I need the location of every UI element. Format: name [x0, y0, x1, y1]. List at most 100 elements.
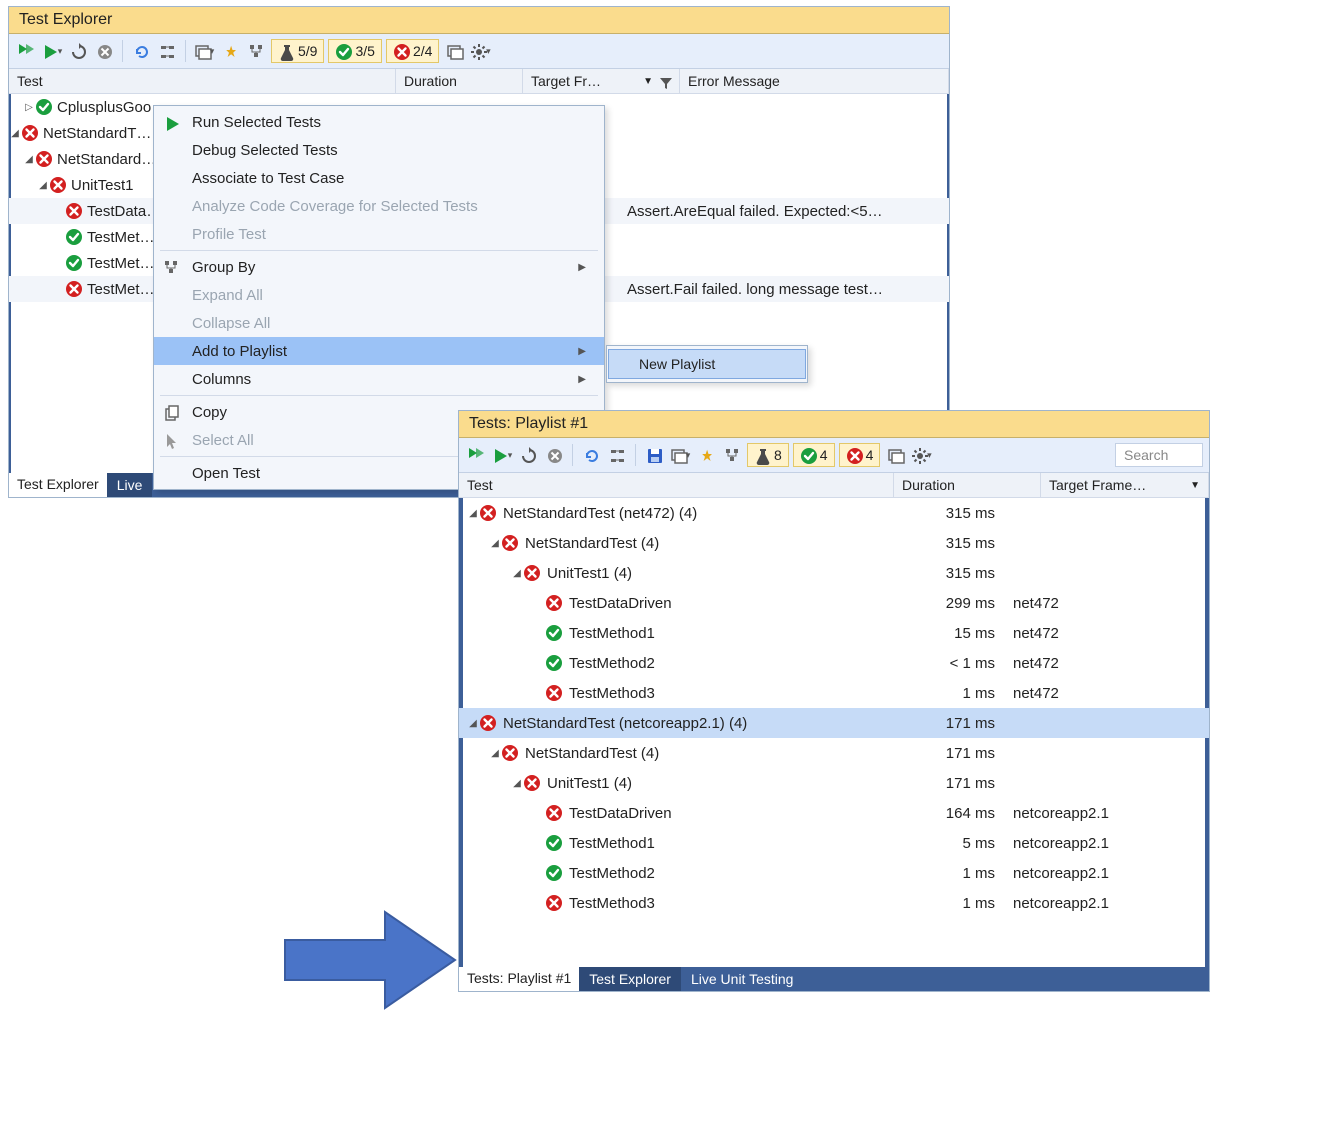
refresh-button[interactable]: [130, 40, 152, 62]
run-button[interactable]: ▾: [491, 444, 513, 466]
ctx-columns[interactable]: Columns▶: [154, 365, 604, 393]
arrow-graphic: [275, 900, 465, 1020]
row-name: NetStandardTest (4): [525, 745, 659, 762]
playlist-button[interactable]: ▾: [193, 40, 215, 62]
counter-value: 3/5: [355, 43, 374, 59]
ctx-run[interactable]: Run Selected Tests: [154, 108, 604, 136]
row-duration: 299 ms: [877, 595, 1007, 612]
repeat-button[interactable]: [67, 40, 89, 62]
pass-icon: [545, 654, 563, 672]
panel-title: Tests: Playlist #1: [459, 411, 1209, 438]
hierarchy-button[interactable]: [245, 40, 267, 62]
fail-counter[interactable]: 4: [839, 443, 881, 467]
test-row[interactable]: TestMethod21 msnetcoreapp2.1: [459, 858, 1209, 888]
test-row[interactable]: ◢UnitTest1 (4)315 ms: [459, 558, 1209, 588]
test-row[interactable]: ◢NetStandardTest (net472) (4)315 ms: [459, 498, 1209, 528]
row-duration: 315 ms: [877, 535, 1007, 552]
windows-button[interactable]: [443, 40, 465, 62]
cancel-button[interactable]: [93, 40, 115, 62]
test-row[interactable]: TestMethod15 msnetcoreapp2.1: [459, 828, 1209, 858]
pass-counter[interactable]: 4: [793, 443, 835, 467]
expander-icon[interactable]: ◢: [9, 128, 21, 139]
test-row[interactable]: ◢NetStandardTest (4)315 ms: [459, 528, 1209, 558]
row-duration: 315 ms: [877, 505, 1007, 522]
pass-icon: [65, 254, 83, 272]
fail-counter[interactable]: 2/4: [386, 39, 439, 63]
test-row[interactable]: TestMethod31 msnet472: [459, 678, 1209, 708]
row-duration: 171 ms: [877, 715, 1007, 732]
grid-header: Test Duration Target Frame…▼: [459, 473, 1209, 498]
expander-icon[interactable]: ◢: [37, 180, 49, 191]
run-all-button[interactable]: [465, 444, 487, 466]
col-error[interactable]: Error Message: [680, 69, 949, 93]
spark-button[interactable]: [219, 40, 241, 62]
pass-counter[interactable]: 3/5: [328, 39, 381, 63]
tree-label: TestMet…: [87, 255, 155, 272]
settings-button[interactable]: ▾: [469, 40, 491, 62]
status-tab-active[interactable]: Test Explorer: [9, 473, 107, 497]
col-test[interactable]: Test: [459, 473, 894, 497]
test-row[interactable]: TestDataDriven164 msnetcoreapp2.1: [459, 798, 1209, 828]
test-row[interactable]: TestMethod115 msnet472: [459, 618, 1209, 648]
total-counter[interactable]: 5/9: [271, 39, 324, 63]
fail-icon: [523, 774, 541, 792]
refresh-button[interactable]: [580, 444, 602, 466]
save-button[interactable]: [643, 444, 665, 466]
hierarchy-button[interactable]: [721, 444, 743, 466]
col-duration[interactable]: Duration: [396, 69, 523, 93]
spark-button[interactable]: [695, 444, 717, 466]
row-name: TestMethod1: [569, 835, 655, 852]
test-row[interactable]: TestMethod2< 1 msnet472: [459, 648, 1209, 678]
row-target: netcoreapp2.1: [1007, 895, 1209, 912]
repeat-button[interactable]: [517, 444, 539, 466]
col-target[interactable]: Target Frame…▼: [1041, 473, 1209, 497]
row-duration: < 1 ms: [877, 655, 1007, 672]
group-button[interactable]: [156, 40, 178, 62]
test-row[interactable]: TestMethod31 msnetcoreapp2.1: [459, 888, 1209, 918]
cancel-button[interactable]: [543, 444, 565, 466]
test-grid-body: ◢NetStandardTest (net472) (4)315 ms◢NetS…: [459, 498, 1209, 918]
expander-icon[interactable]: ▷: [23, 102, 35, 113]
counter-value: 4: [866, 447, 874, 463]
search-input[interactable]: Search: [1115, 443, 1203, 467]
expander-icon[interactable]: ◢: [511, 568, 523, 579]
test-row[interactable]: TestDataDriven299 msnet472: [459, 588, 1209, 618]
status-tab-live-unit-testing[interactable]: Live Unit Testing: [681, 967, 803, 991]
filter-icon[interactable]: [657, 74, 671, 88]
expander-icon[interactable]: ◢: [467, 718, 479, 729]
fail-icon: [501, 744, 519, 762]
group-button[interactable]: [606, 444, 628, 466]
status-tab-test-explorer[interactable]: Test Explorer: [579, 967, 681, 991]
row-target: netcoreapp2.1: [1007, 835, 1209, 852]
col-duration[interactable]: Duration: [894, 473, 1041, 497]
col-test[interactable]: Test: [9, 69, 396, 93]
ctx-debug[interactable]: Debug Selected Tests: [154, 136, 604, 164]
row-name: TestDataDriven: [569, 595, 672, 612]
expander-icon[interactable]: ◢: [489, 748, 501, 759]
run-all-button[interactable]: [15, 40, 37, 62]
settings-button[interactable]: ▾: [910, 444, 932, 466]
total-counter[interactable]: 8: [747, 443, 789, 467]
playlist-button[interactable]: ▾: [669, 444, 691, 466]
ctx-analyze: Analyze Code Coverage for Selected Tests: [154, 192, 604, 220]
submenu-new-playlist[interactable]: New Playlist: [608, 349, 806, 379]
windows-button[interactable]: [884, 444, 906, 466]
fail-icon: [523, 564, 541, 582]
col-target[interactable]: Target Fr…▼: [523, 69, 680, 93]
fail-icon: [545, 804, 563, 822]
expander-icon[interactable]: ◢: [511, 778, 523, 789]
ctx-associate[interactable]: Associate to Test Case: [154, 164, 604, 192]
test-row[interactable]: ◢NetStandardTest (4)171 ms: [459, 738, 1209, 768]
status-tab[interactable]: Live: [107, 473, 153, 497]
ctx-collapse: Collapse All: [154, 309, 604, 337]
row-name: TestMethod2: [569, 655, 655, 672]
run-button[interactable]: ▾: [41, 40, 63, 62]
pass-icon: [545, 864, 563, 882]
expander-icon[interactable]: ◢: [23, 154, 35, 165]
expander-icon[interactable]: ◢: [489, 538, 501, 549]
ctx-groupby[interactable]: Group By▶: [154, 253, 604, 281]
test-row[interactable]: ◢NetStandardTest (netcoreapp2.1) (4)171 …: [459, 708, 1209, 738]
ctx-add-playlist[interactable]: Add to Playlist▶: [154, 337, 604, 365]
expander-icon[interactable]: ◢: [467, 508, 479, 519]
test-row[interactable]: ◢UnitTest1 (4)171 ms: [459, 768, 1209, 798]
